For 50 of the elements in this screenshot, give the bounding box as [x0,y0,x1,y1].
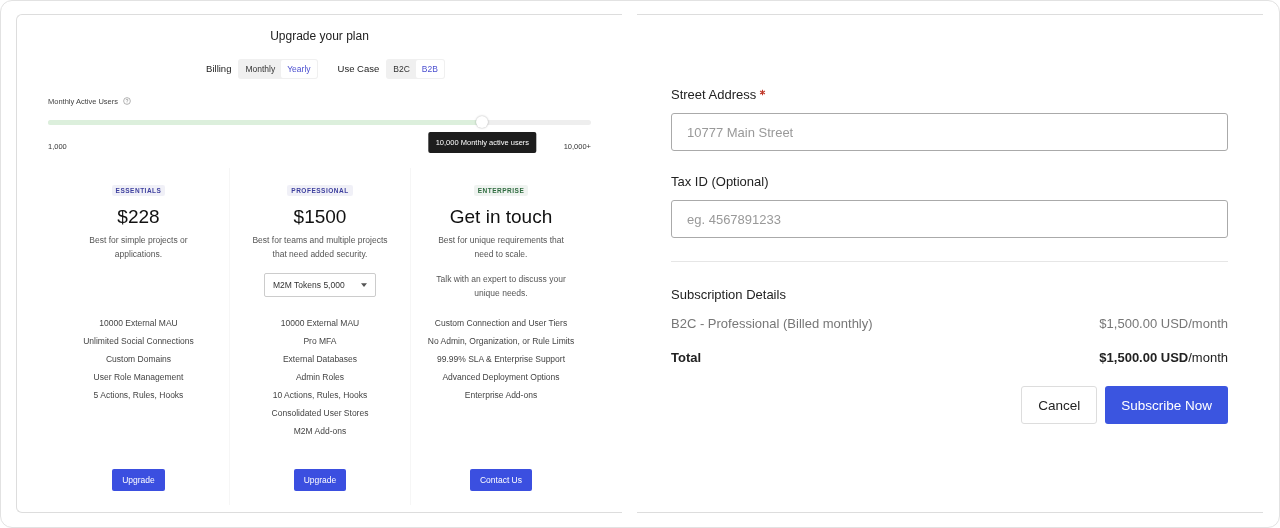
help-icon[interactable] [123,97,132,105]
feature-text: Admin Roles [294,371,346,384]
plan-button[interactable]: Upgrade [293,469,347,491]
plan-description: Best for teams and multiple projects that need added security. [251,234,389,261]
feature-text: 5 Actions, Rules, Hooks [92,389,185,402]
plan-price: Get in touch [449,206,553,228]
feature-text: Consolidated User Stores [271,407,369,420]
total-amount: $1,500.00 USD/month [1099,350,1228,365]
text-field[interactable]: eg. 4567891233 [671,200,1228,238]
feature-text: 10000 External MAU [98,317,179,330]
feature-text: Advanced Deployment Options [441,371,561,384]
plan-description: Talk with an expert to discuss your unique needs. [435,273,567,300]
field-label: Street Address [671,87,757,102]
feature-text: 10 Actions, Rules, Hooks [271,389,369,402]
plan-button[interactable]: Contact Us [469,469,532,491]
section-heading: Subscription Details [671,287,787,303]
field-label: Tax ID (Optional) [671,174,769,189]
toggle-label: Billing [206,63,232,74]
toggle-label: Use Case [337,63,380,74]
feature-text: Custom Connection and User Tiers [433,317,569,330]
plan-button[interactable]: Upgrade [112,469,165,491]
plan-price: $1500 [293,206,347,228]
plan-description: Best for unique requirements that need to scale. [437,234,565,261]
plan-description: Best for simple projects or applications. [88,234,189,261]
segment-option[interactable]: Monthly [239,59,282,78]
token-dropdown[interactable]: M2M Tokens 5,000 [264,273,376,297]
feature-text: 99.99% SLA & Enterprise Support [435,353,566,366]
text-field[interactable]: 10777 Main Street [671,113,1228,151]
panel-title: Upgrade your plan [269,29,370,44]
slider-thumb[interactable] [476,116,489,128]
total-label: Total [671,350,702,365]
feature-text: External Databases [281,353,359,366]
feature-text: Custom Domains [104,353,173,366]
segment-option[interactable]: B2C [387,59,416,78]
line-item-label: B2C - Professional (Billed monthly) [671,316,873,331]
subscribe-button[interactable]: Subscribe Now [1105,386,1228,424]
plan-price: $228 [117,206,160,228]
caret-icon [361,283,367,287]
segment-option[interactable]: B2B [415,59,444,78]
cancel-button[interactable]: Cancel [1021,386,1098,424]
feature-text: Pro MFA [302,335,338,348]
feature-text: Enterprise Add-ons [463,389,539,402]
segment-option[interactable]: Yearly [281,59,317,78]
feature-text: Unlimited Social Connections [83,335,194,348]
feature-text: 10000 External MAU [279,317,361,330]
line-item-amount: $1,500.00 USD/month [1099,316,1228,331]
feature-text: M2M Add-ons [292,425,348,438]
required-icon [759,89,767,96]
feature-text: No Admin, Organization, or Rule Limits [427,335,575,348]
feature-text: User Role Management [92,371,185,384]
